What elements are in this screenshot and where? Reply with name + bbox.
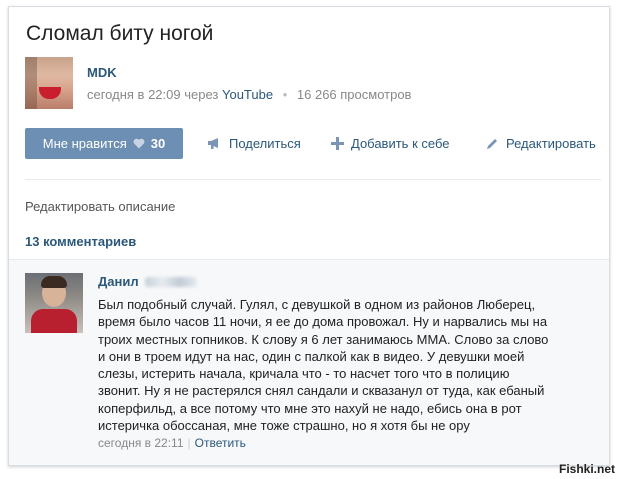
edit-button[interactable]: Редактировать (485, 136, 596, 151)
comment-line: истеричка обоссаная, мне тоже страшно, н… (98, 418, 470, 434)
like-button[interactable]: Мне нравится 30 (25, 128, 183, 159)
comment-author[interactable]: Данил (98, 274, 197, 289)
comments-count[interactable]: 13 комментариев (25, 234, 136, 249)
plus-icon (331, 137, 344, 150)
post-title: Сломал биту ногой (26, 22, 214, 45)
comment-line: коперфильд, а все потому что мне это нах… (98, 400, 522, 416)
watermark: Fishki.net (558, 462, 615, 476)
avatar-shirt (31, 309, 77, 333)
divider (25, 179, 601, 180)
comment-line: Был подобный случай. Гулял, с девушкой в… (98, 297, 536, 312)
comment-meta: сегодня в 22:11 | Ответить (98, 436, 246, 450)
meta-separator-dot: • (282, 87, 288, 102)
reply-link[interactable]: Ответить (195, 436, 246, 450)
share-button[interactable]: Поделиться (207, 136, 301, 151)
like-label: Мне нравится (42, 136, 127, 151)
post-thumbnail[interactable] (25, 57, 73, 109)
post-source-link[interactable]: YouTube (222, 87, 273, 102)
comment-line: звонит. Ну я не растерялся снял сандали … (98, 383, 545, 399)
avatar[interactable] (25, 273, 83, 333)
post-time: сегодня в 22:09 через (87, 87, 219, 102)
comment-line: слезы, истерить начала, кричала что - то… (98, 366, 510, 382)
blurred-surname (144, 276, 197, 287)
comment-author-name: Данил (98, 274, 139, 289)
add-to-self-button[interactable]: Добавить к себе (331, 136, 449, 151)
edit-description-link[interactable]: Редактировать описание (25, 199, 175, 214)
post-card: Сломал биту ногой MDK сегодня в 22:09 че… (8, 6, 610, 466)
thumbnail-detail (39, 87, 61, 99)
comment-time[interactable]: сегодня в 22:11 (98, 436, 184, 450)
post-views: 16 266 просмотров (296, 87, 412, 102)
heart-icon (133, 138, 145, 149)
like-count: 30 (150, 136, 166, 151)
megaphone-icon (208, 138, 218, 149)
avatar-hair (41, 276, 67, 288)
pencil-icon (487, 138, 497, 149)
post-meta: сегодня в 22:09 через YouTube • 16 266 п… (87, 87, 411, 102)
post-author[interactable]: MDK (87, 65, 117, 80)
thumbnail-shade (25, 57, 37, 109)
meta-separator-bar: | (187, 436, 191, 450)
comment-line: время было часов 11 ночи, я ее до дома п… (98, 314, 548, 330)
edit-label: Редактировать (506, 136, 596, 151)
comment-line: троих местных гопников. К слову я 6 лет … (98, 331, 549, 347)
comment-line: и они в троем идут на нас, один с палкой… (98, 348, 525, 364)
comment-text: Был подобный случай. Гулял, с девушкой в… (98, 296, 588, 434)
add-label: Добавить к себе (351, 136, 450, 151)
share-label: Поделиться (229, 136, 301, 151)
comment-item: Данил Был подобный случай. Гулял, с деву… (9, 259, 609, 465)
